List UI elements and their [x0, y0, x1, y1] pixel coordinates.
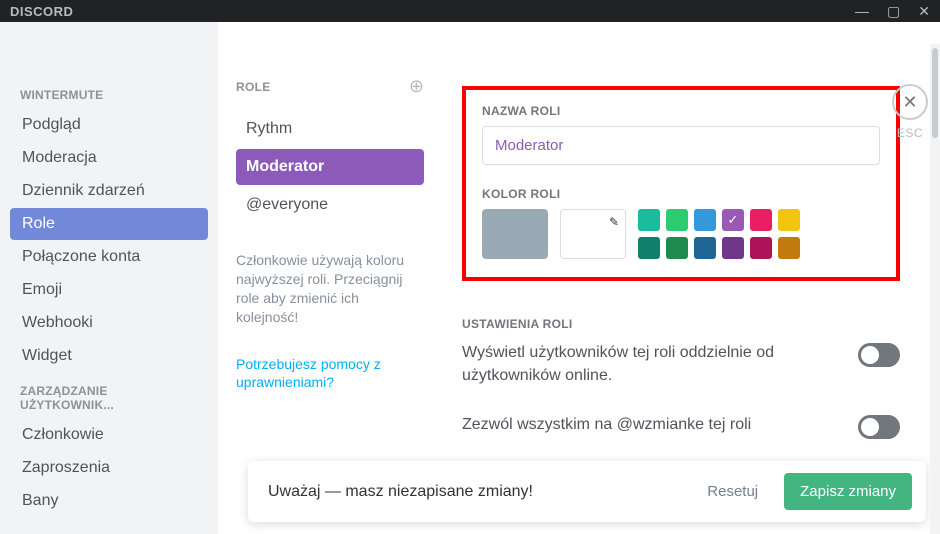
role-list-item[interactable]: Rythm	[236, 111, 424, 147]
roles-header-label: ROLE	[236, 80, 271, 94]
toast-text: Uważaj — masz niezapisane zmiany!	[268, 483, 681, 501]
sidebar-item[interactable]: Bany	[10, 485, 208, 517]
unsaved-changes-toast: Uważaj — masz niezapisane zmiany! Resetu…	[248, 461, 926, 522]
sidebar-item[interactable]: Role	[10, 208, 208, 240]
maximize-icon[interactable]: ▢	[887, 3, 900, 20]
sidebar-item[interactable]: Dziennik zdarzeń	[10, 175, 208, 207]
main-content: NAZWA ROLI KOLOR ROLI ✎ ✓ USTAWIENIA ROL…	[442, 22, 940, 534]
sidebar-item[interactable]: Widget	[10, 340, 208, 372]
sidebar-item[interactable]: Podgląd	[10, 109, 208, 141]
window-titlebar: DISCORD — ▢ ✕	[0, 0, 940, 22]
color-swatch[interactable]	[666, 209, 688, 231]
color-swatch[interactable]	[694, 237, 716, 259]
role-list-item[interactable]: @everyone	[236, 187, 424, 223]
sidebar: WINTERMUTEPodglądModeracjaDziennik zdarz…	[0, 22, 218, 534]
color-swatch[interactable]	[722, 237, 744, 259]
color-swatch[interactable]	[666, 237, 688, 259]
setting-display-separately-toggle[interactable]	[858, 343, 900, 367]
scrollbar-thumb[interactable]	[932, 48, 938, 138]
roles-help-link[interactable]: Potrzebujesz pomocy z uprawnieniami?	[236, 355, 424, 393]
role-list-item[interactable]: Moderator	[236, 149, 424, 185]
color-swatch[interactable]	[778, 237, 800, 259]
color-swatch[interactable]	[694, 209, 716, 231]
setting-allow-mention-text: Zezwól wszystkim na @wzmianke tej roli	[462, 413, 834, 436]
sidebar-item[interactable]: Połączone konta	[10, 241, 208, 273]
save-button[interactable]: Zapisz zmiany	[784, 473, 912, 510]
color-swatch[interactable]	[750, 237, 772, 259]
color-swatch[interactable]: ✓	[722, 209, 744, 231]
pencil-icon: ✎	[609, 215, 619, 229]
sidebar-item[interactable]: Członkowie	[10, 419, 208, 451]
add-role-icon[interactable]: ⊕	[409, 76, 424, 97]
sidebar-item[interactable]: Zaproszenia	[10, 452, 208, 484]
roles-column: ROLE ⊕ RythmModerator@everyone Członkowi…	[218, 22, 442, 534]
sidebar-item[interactable]: Emoji	[10, 274, 208, 306]
sidebar-heading: ZARZĄDZANIE UŻYTKOWNIK...	[10, 378, 208, 418]
color-swatch[interactable]	[638, 237, 660, 259]
roles-note: Członkowie używają koloru najwyższej rol…	[236, 251, 424, 327]
color-swatch-custom[interactable]: ✎	[560, 209, 626, 259]
esc-label: ESC	[897, 126, 923, 140]
setting-allow-mention-toggle[interactable]	[858, 415, 900, 439]
close-window-icon[interactable]: ✕	[918, 3, 930, 20]
window-controls: — ▢ ✕	[855, 3, 930, 20]
setting-display-separately-text: Wyświetl użytkowników tej roli oddzielni…	[462, 341, 834, 387]
color-swatch-default[interactable]	[482, 209, 548, 259]
esc-group: ✕ ESC	[892, 84, 928, 140]
app-brand: DISCORD	[10, 4, 73, 19]
sidebar-item[interactable]: Moderacja	[10, 142, 208, 174]
sidebar-heading: WINTERMUTE	[10, 82, 208, 108]
color-swatch[interactable]	[638, 209, 660, 231]
sidebar-item[interactable]: Webhooki	[10, 307, 208, 339]
role-name-input[interactable]	[482, 126, 880, 165]
minimize-icon[interactable]: —	[855, 3, 869, 20]
color-swatch[interactable]	[750, 209, 772, 231]
color-swatch[interactable]	[778, 209, 800, 231]
reset-button[interactable]: Resetuj	[695, 475, 770, 508]
role-settings-label: USTAWIENIA ROLI	[462, 317, 900, 331]
role-color-label: KOLOR ROLI	[482, 187, 880, 201]
scrollbar[interactable]	[930, 44, 940, 534]
role-name-label: NAZWA ROLI	[482, 104, 880, 118]
highlight-box: NAZWA ROLI KOLOR ROLI ✎ ✓	[462, 86, 900, 281]
close-settings-button[interactable]: ✕	[892, 84, 928, 120]
